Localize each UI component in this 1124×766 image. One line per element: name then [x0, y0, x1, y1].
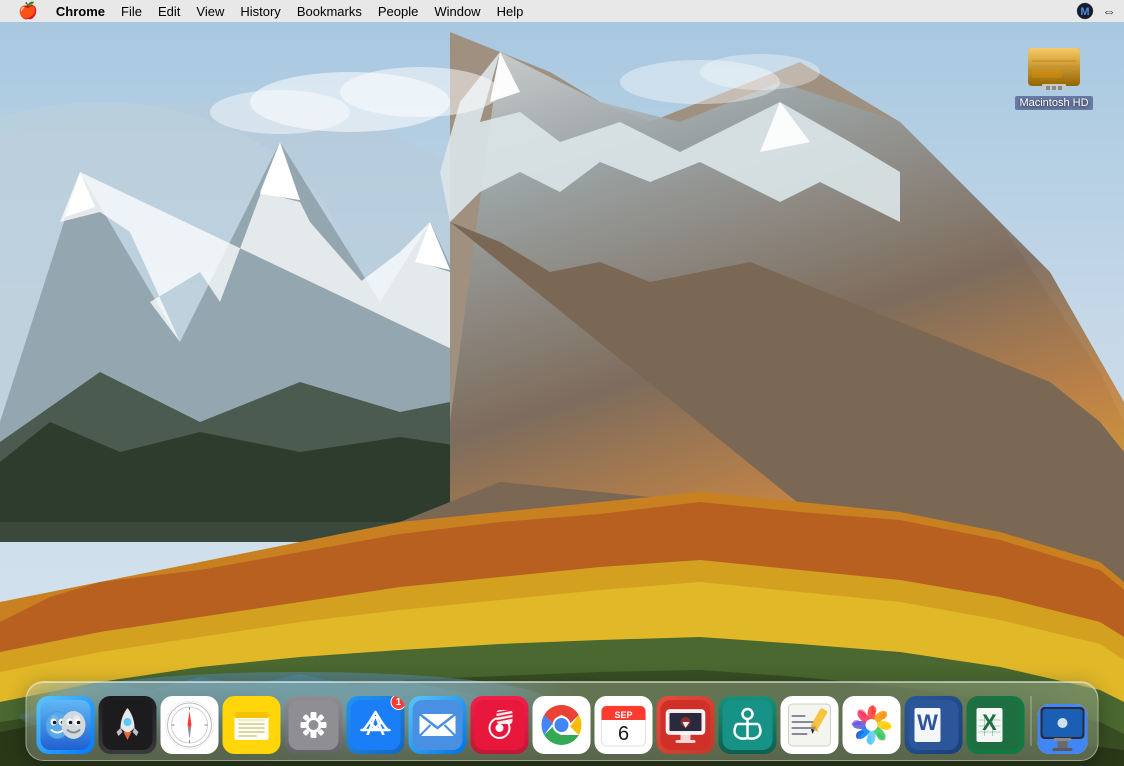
dock-icon-system-prefs[interactable]: [285, 696, 343, 754]
dock-icon-finder[interactable]: [37, 696, 95, 754]
appstore-badge: 1: [391, 696, 405, 710]
menu-file[interactable]: File: [113, 0, 150, 22]
dock-icon-photos[interactable]: [843, 696, 901, 754]
malwarebytes-icon[interactable]: M: [1074, 0, 1096, 22]
menu-window[interactable]: Window: [426, 0, 488, 22]
dock: A 1: [26, 681, 1099, 761]
apple-menu[interactable]: 🍎: [8, 0, 48, 22]
svg-text:6: 6: [618, 723, 629, 745]
menubar-right: M ⇔: [1074, 0, 1116, 22]
menu-view[interactable]: View: [188, 0, 232, 22]
menu-history[interactable]: History: [232, 0, 288, 22]
dock-icon-app-store[interactable]: A 1: [347, 696, 405, 754]
dock-icon-excel[interactable]: X: [967, 696, 1025, 754]
menubar: 🍎 Chrome File Edit View History Bookmark…: [0, 0, 1124, 22]
menu-people[interactable]: People: [370, 0, 426, 22]
menu-help[interactable]: Help: [489, 0, 532, 22]
dock-icon-textedit[interactable]: [781, 696, 839, 754]
hd-label: Macintosh HD: [1015, 96, 1092, 110]
dock-icon-chrome-small[interactable]: [1038, 704, 1088, 754]
dock-icon-itunes[interactable]: [471, 696, 529, 754]
dock-separator: [1031, 696, 1032, 746]
dock-icon-screens[interactable]: [657, 696, 715, 754]
hd-drive-icon[interactable]: Macintosh HD: [1014, 42, 1094, 110]
svg-text:W: W: [917, 710, 938, 735]
svg-text:SEP: SEP: [614, 710, 632, 720]
dock-icon-gitkraken[interactable]: [719, 696, 777, 754]
dock-icon-launchpad[interactable]: [99, 696, 157, 754]
app-name[interactable]: Chrome: [48, 0, 113, 22]
desktop: Macintosh HD: [0, 22, 1124, 766]
resize-icon: ⇔: [1102, 3, 1116, 19]
menu-edit[interactable]: Edit: [150, 0, 188, 22]
dock-icon-notes[interactable]: [223, 696, 281, 754]
dock-icon-calendar[interactable]: SEP 6: [595, 696, 653, 754]
apple-icon: 🍎: [18, 1, 38, 21]
dock-icon-chrome[interactable]: [533, 696, 591, 754]
svg-text:M: M: [1080, 6, 1089, 18]
dock-icon-mail[interactable]: [409, 696, 467, 754]
dock-icon-word[interactable]: W: [905, 696, 963, 754]
menu-bookmarks[interactable]: Bookmarks: [289, 0, 370, 22]
dock-icon-safari[interactable]: [161, 696, 219, 754]
